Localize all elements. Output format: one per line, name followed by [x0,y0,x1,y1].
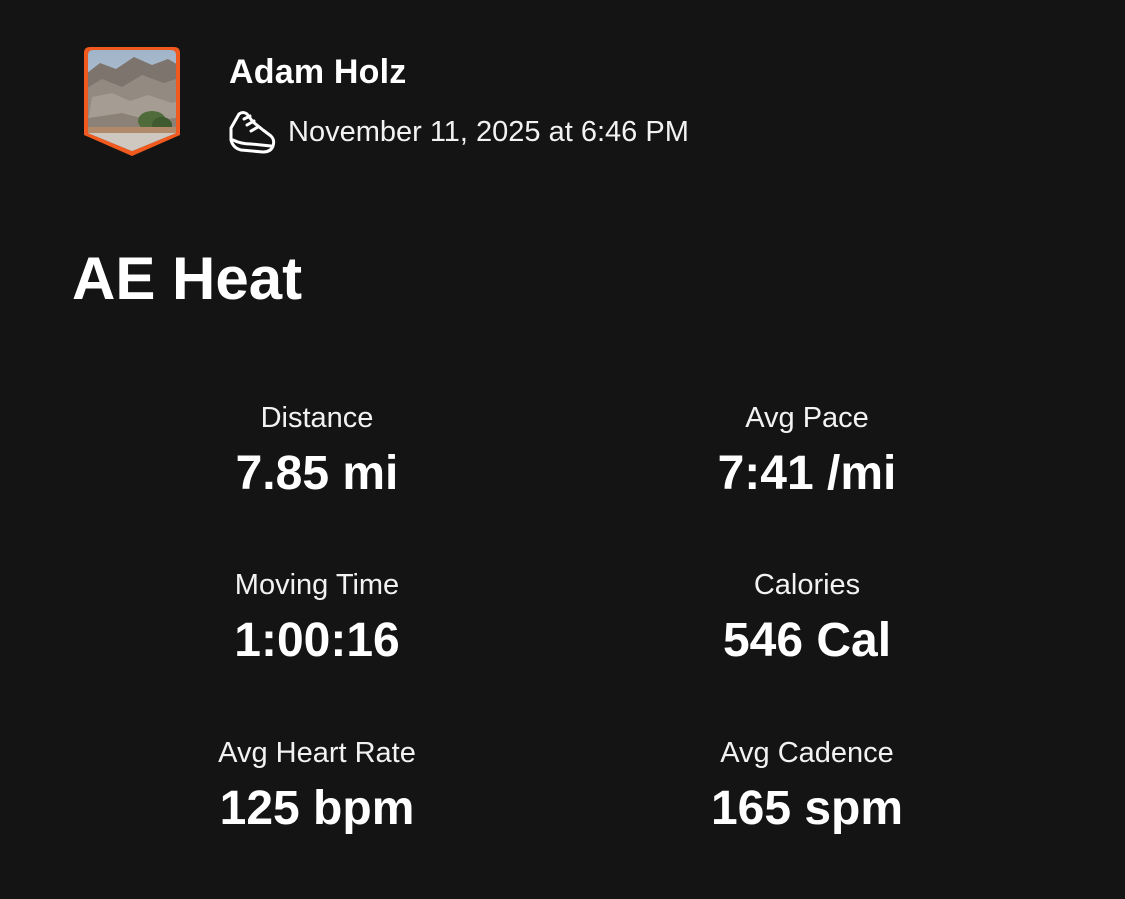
stat-value: 546 Cal [722,614,892,667]
stat-moving-time: Moving Time 1:00:16 [107,567,527,670]
stat-label: Avg Heart Rate [218,737,416,769]
stat-value: 7.85 mi [235,447,399,500]
stat-label: Moving Time [234,569,400,601]
stat-avg-cadence: Avg Cadence 165 spm [597,735,1017,838]
stat-label: Avg Cadence [720,737,894,769]
stat-calories: Calories 546 Cal [597,567,1017,670]
stat-value: 7:41 /mi [717,447,897,500]
stat-label: Avg Pace [745,402,869,434]
stat-value: 165 spm [710,782,904,835]
athlete-name[interactable]: Adam Holz [229,52,406,92]
stat-label: Calories [753,569,861,601]
stat-label: Distance [260,402,374,434]
running-shoe-icon [227,108,277,156]
avatar-photo [84,47,180,156]
stat-distance: Distance 7.85 mi [107,400,527,503]
athlete-avatar[interactable] [82,47,182,157]
activity-title[interactable]: AE Heat [72,243,302,315]
stat-value: 1:00:16 [234,614,400,667]
activity-meta: November 11, 2025 at 6:46 PM [227,108,689,156]
stat-value: 125 bpm [219,782,415,835]
stat-avg-heart-rate: Avg Heart Rate 125 bpm [107,735,527,838]
activity-date: November 11, 2025 at 6:46 PM [288,116,689,148]
stat-avg-pace: Avg Pace 7:41 /mi [597,400,1017,503]
